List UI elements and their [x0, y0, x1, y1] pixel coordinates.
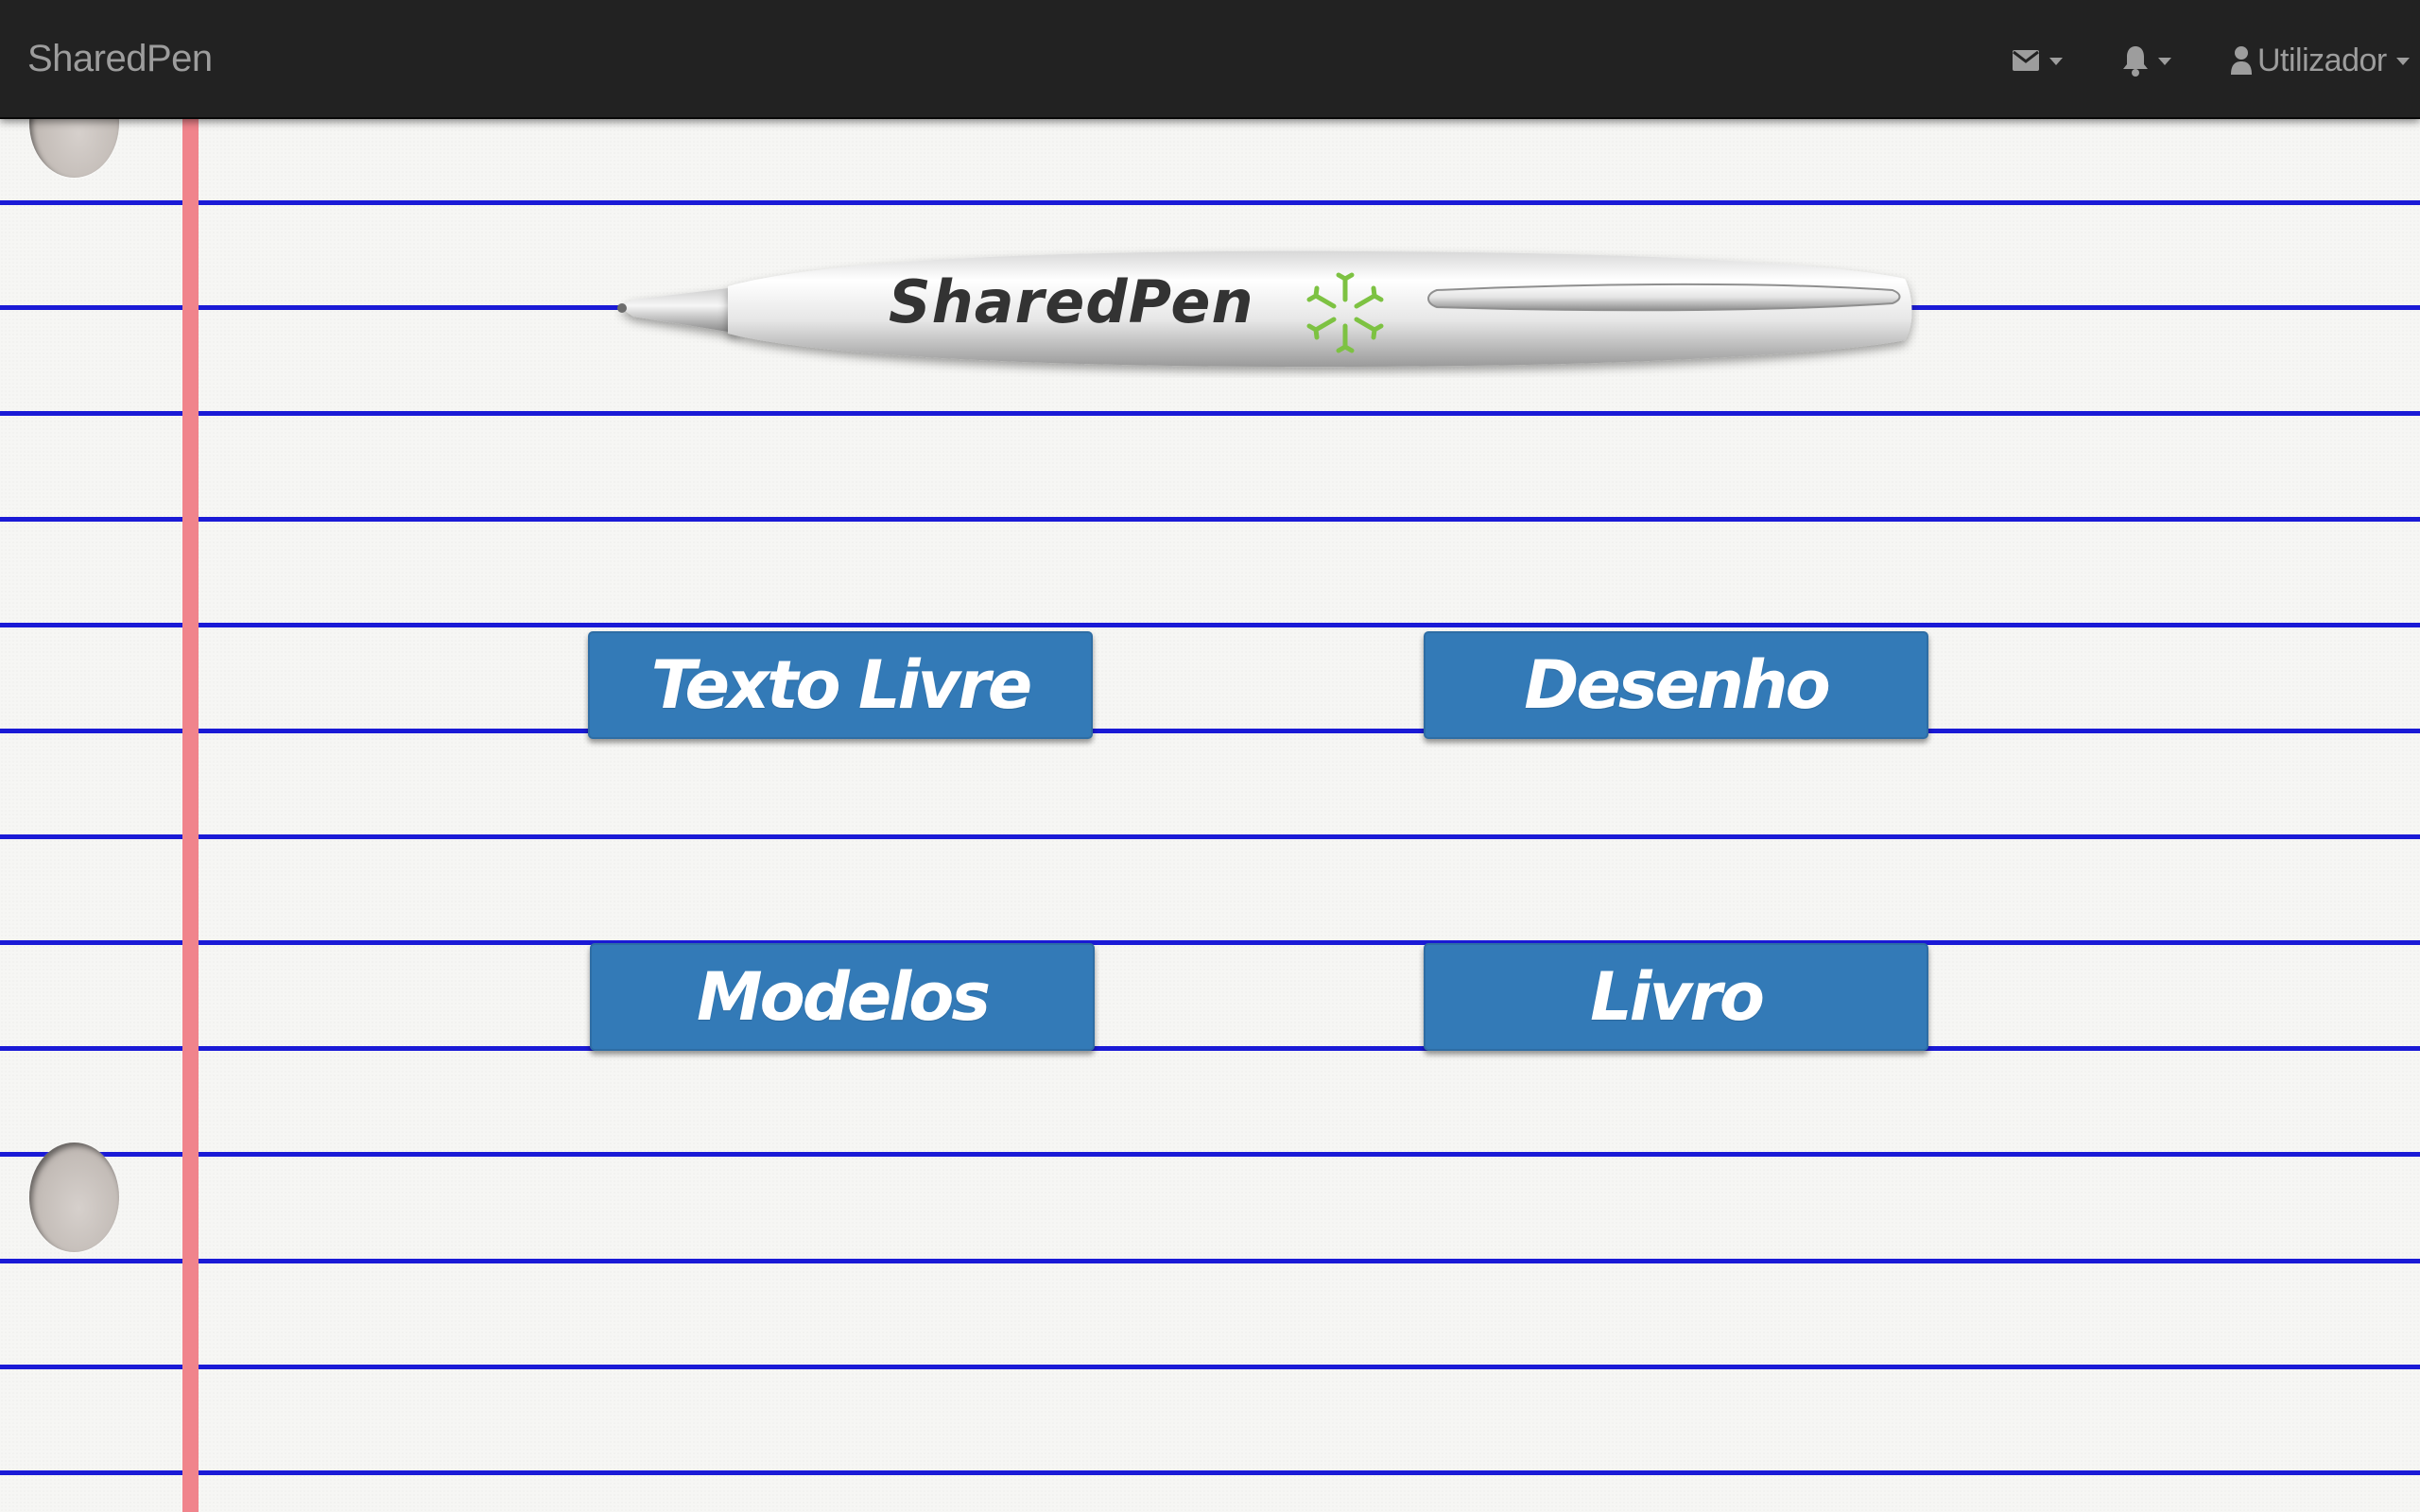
logo-text: SharedPen — [889, 267, 1254, 336]
user-icon — [2231, 45, 2252, 76]
messages-dropdown[interactable] — [2012, 36, 2063, 85]
ruled-line — [0, 1470, 2420, 1475]
chevron-down-icon — [2395, 58, 2410, 65]
envelope-icon — [2012, 49, 2040, 72]
desenho-button[interactable]: Desenho — [1424, 631, 1928, 739]
ruled-line — [0, 517, 2420, 522]
ruled-line — [0, 1152, 2420, 1157]
margin-line — [182, 117, 199, 1512]
sharedpen-pen-logo: SharedPen — [614, 241, 1919, 378]
bell-icon — [2122, 44, 2149, 77]
modelos-button[interactable]: Modelos — [590, 943, 1095, 1051]
ruled-line — [0, 1259, 2420, 1263]
ruled-line — [0, 940, 2420, 945]
chevron-down-icon — [2158, 58, 2171, 65]
pen-illustration — [617, 250, 1912, 368]
ruled-line — [0, 1365, 2420, 1369]
ruled-line — [0, 834, 2420, 839]
user-dropdown[interactable]: Utilizador — [2231, 36, 2410, 85]
ruled-line — [0, 623, 2420, 627]
ruled-line — [0, 411, 2420, 416]
ruled-line — [0, 200, 2420, 205]
notifications-dropdown[interactable] — [2122, 36, 2171, 85]
ruled-line — [0, 729, 2420, 733]
top-navbar: SharedPen Utilizador — [0, 0, 2420, 119]
chevron-down-icon — [2049, 58, 2063, 65]
punch-hole — [29, 1143, 119, 1252]
ruled-line — [0, 1046, 2420, 1051]
livro-button[interactable]: Livro — [1424, 943, 1928, 1051]
texto-livre-button[interactable]: Texto Livre — [588, 631, 1093, 739]
navbar-brand[interactable]: SharedPen — [27, 34, 213, 83]
user-label: Utilizador — [2257, 42, 2387, 78]
